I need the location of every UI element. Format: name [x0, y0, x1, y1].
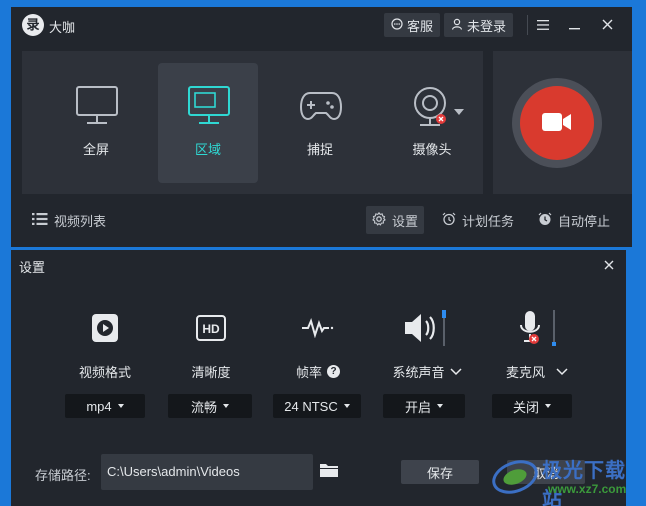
- schedule-task-button[interactable]: 计划任务: [436, 206, 520, 234]
- hamburger-icon: [537, 18, 549, 33]
- caret-down-icon: [437, 404, 443, 408]
- mode-label: 捕捉: [306, 142, 333, 157]
- settings-label: 设置: [392, 213, 419, 229]
- caret-down-icon: [343, 404, 350, 408]
- mode-webcam[interactable]: 摄像头: [382, 63, 482, 183]
- main-window: 录 大咖 客服 未登录 全屏 区域 捕捉 摄像头 视频列表 设置 计划任务 自动…: [11, 7, 632, 247]
- microphone-off-icon: [477, 310, 597, 346]
- customer-service-label: 客服: [407, 18, 434, 34]
- record-button[interactable]: [520, 86, 594, 160]
- close-button[interactable]: [595, 13, 619, 37]
- titlebar-divider: [527, 15, 528, 35]
- option-label: 麦克风: [477, 362, 597, 381]
- system-sound-label: 系统声音: [392, 365, 445, 380]
- close-icon: [602, 18, 613, 33]
- option-video-format: 视频格式: [45, 304, 165, 404]
- mode-label: 摄像头: [412, 142, 452, 157]
- mode-label: 区域: [194, 142, 221, 157]
- monitor-region-icon: [186, 85, 232, 127]
- minimize-button[interactable]: [563, 13, 587, 37]
- frame-rate-value: 24 NTSC: [284, 398, 338, 414]
- system-sound-select[interactable]: 开启: [383, 394, 465, 418]
- video-format-select[interactable]: mp4: [65, 394, 145, 418]
- chevron-down-icon[interactable]: [449, 364, 462, 379]
- option-frame-rate: 帧率 ?: [258, 304, 378, 404]
- chevron-down-icon[interactable]: [556, 364, 568, 379]
- gear-icon: [372, 211, 386, 229]
- hd-icon: HD: [151, 310, 271, 346]
- option-label: 清晰度: [151, 362, 271, 381]
- alarm-clock-icon: [442, 212, 456, 229]
- titlebar: 录 大咖 客服 未登录: [11, 7, 632, 43]
- help-icon[interactable]: ?: [327, 365, 340, 378]
- quality-select[interactable]: 流畅: [168, 394, 252, 418]
- watermark-logo-icon: [492, 460, 538, 494]
- video-camera-icon: [542, 112, 572, 135]
- capture-mode-panel: 全屏 区域 捕捉 摄像头: [22, 51, 483, 194]
- option-label: 帧率 ?: [258, 362, 378, 381]
- svg-text:HD: HD: [202, 322, 220, 336]
- user-icon: [451, 18, 463, 33]
- video-list-label: 视频列表: [54, 213, 107, 229]
- settings-close-button[interactable]: [600, 256, 618, 274]
- microphone-value: 关闭: [512, 399, 539, 415]
- watermark-site-url: www.xz7.com: [548, 482, 627, 496]
- mode-label: 全屏: [82, 142, 109, 157]
- bottom-toolbar: 视频列表 设置 计划任务 自动停止: [11, 202, 632, 238]
- save-button[interactable]: 保存: [401, 460, 479, 484]
- frame-rate-select[interactable]: 24 NTSC: [273, 394, 361, 418]
- mode-fullscreen[interactable]: 全屏: [46, 63, 146, 183]
- video-list-button[interactable]: 视频列表: [26, 206, 112, 234]
- login-label: 未登录: [467, 18, 507, 34]
- video-format-label: 视频格式: [78, 365, 131, 380]
- gamepad-icon: [298, 85, 344, 127]
- record-button-ring: [512, 78, 602, 168]
- login-button[interactable]: 未登录: [444, 13, 514, 37]
- record-panel: [493, 51, 632, 194]
- minimize-icon: [569, 18, 581, 33]
- caret-down-icon: [545, 404, 551, 408]
- storage-path-input[interactable]: C:\Users\admin\Videos: [101, 454, 313, 490]
- auto-stop-label: 自动停止: [558, 213, 611, 229]
- customer-service-button[interactable]: 客服: [384, 13, 441, 37]
- system-sound-value: 开启: [404, 399, 431, 415]
- option-label: 视频格式: [45, 362, 165, 381]
- watermark-site-name: 极光下载站: [542, 460, 626, 506]
- settings-button[interactable]: 设置: [366, 206, 425, 234]
- quality-value: 流畅: [190, 399, 217, 415]
- list-icon: [32, 212, 48, 228]
- option-microphone: 麦克风: [477, 304, 597, 404]
- frame-rate-label: 帧率: [295, 365, 322, 380]
- app-title: 大咖: [49, 20, 76, 35]
- video-format-value: mp4: [86, 398, 112, 414]
- schedule-task-label: 计划任务: [462, 213, 515, 229]
- caret-down-icon: [117, 404, 124, 408]
- waveform-icon: [258, 310, 378, 346]
- mode-region[interactable]: 区域: [158, 63, 258, 183]
- stop-clock-icon: [538, 212, 552, 229]
- video-format-icon: [45, 310, 165, 346]
- microphone-select[interactable]: 关闭: [492, 394, 572, 418]
- option-quality: HD 清晰度: [151, 304, 271, 404]
- settings-title: 设置: [19, 260, 46, 275]
- close-icon: [604, 258, 614, 273]
- webcam-icon: [410, 85, 464, 127]
- speaker-icon: [367, 310, 487, 346]
- chat-bubble-icon: [391, 17, 403, 33]
- site-watermark: 极光下载站 www.xz7.com: [490, 450, 646, 506]
- auto-stop-button[interactable]: 自动停止: [532, 206, 616, 234]
- app-logo: 录: [22, 14, 44, 36]
- menu-button[interactable]: [531, 13, 555, 37]
- caret-down-icon: [223, 404, 229, 408]
- mode-capture[interactable]: 捕捉: [270, 63, 370, 183]
- option-label: 系统声音: [367, 362, 487, 381]
- storage-path-label: 存储路径:: [35, 468, 91, 483]
- microphone-label: 麦克风: [505, 365, 545, 380]
- quality-label: 清晰度: [191, 365, 231, 380]
- folder-icon[interactable]: [319, 462, 339, 480]
- option-system-sound: 系统声音: [367, 304, 487, 404]
- monitor-icon: [74, 85, 120, 127]
